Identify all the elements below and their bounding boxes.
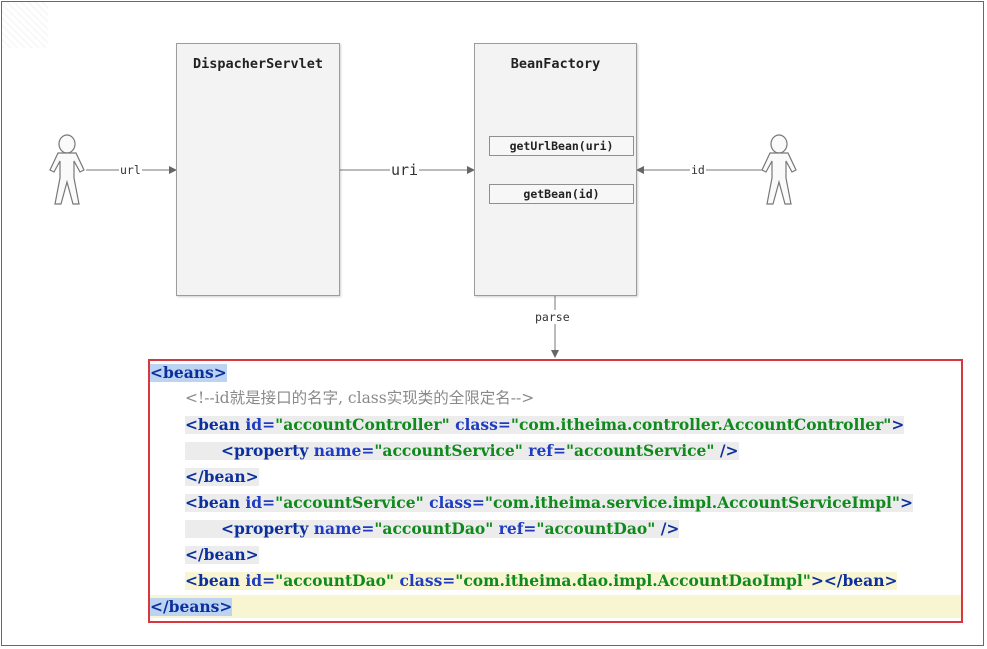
code-token: </ [185, 467, 204, 486]
code-token: property [234, 441, 309, 460]
code-token: bean [198, 415, 241, 434]
url-label: url [119, 163, 142, 177]
code-token: property [234, 519, 309, 538]
code-token: > [245, 467, 259, 486]
code-token: bean [842, 571, 885, 590]
uri-label: uri [390, 161, 420, 179]
code-line: <property name="accountDao" ref="account… [185, 517, 680, 540]
code-token: ></ [810, 571, 843, 590]
code-token: bean [203, 545, 246, 564]
code-line-bg: <beans> [150, 363, 227, 382]
code-token: "com.itheima.dao.impl.AccountDaoImpl" [455, 571, 811, 590]
code-token: id= [240, 571, 276, 590]
code-token: "com.itheima.service.impl.AccountService… [484, 493, 901, 512]
code-token: "accountDao" [536, 519, 656, 538]
code-token: < [185, 415, 198, 434]
code-token: < [221, 441, 234, 460]
code-token: ref= [493, 519, 537, 538]
code-token: < [185, 571, 198, 590]
code-token: > [219, 597, 233, 616]
code-token: "accountService" [374, 441, 523, 460]
beans-xml-code: <beans> <!--id就是接口的名字, class实现类的全限定名--> … [148, 359, 963, 623]
code-token: < [185, 493, 198, 512]
user-icon-right [761, 134, 797, 205]
code-token: bean [198, 493, 241, 512]
code-line: <property name="accountService" ref="acc… [185, 439, 739, 462]
code-token: bean [198, 571, 241, 590]
code-token: /> [714, 441, 739, 460]
code-token: bean [203, 467, 246, 486]
code-token: > [900, 493, 914, 512]
code-token: "com.itheima.controller.AccountControlle… [510, 415, 892, 434]
code-line: <bean id="accountService" class="com.ith… [185, 491, 914, 514]
code-token: "accountDao" [275, 571, 395, 590]
bean-factory-box: BeanFactory getUrlBean(uri) getBean(id) [474, 43, 637, 296]
code-line: <!--id就是接口的名字, class实现类的全限定名--> [185, 387, 534, 410]
code-token: > [884, 571, 898, 590]
code-token: class= [423, 493, 485, 512]
code-token: > [213, 363, 227, 382]
id-label: id [690, 163, 706, 177]
code-line: <bean id="accountDao" class="com.itheima… [185, 569, 898, 592]
code-token: < [150, 363, 163, 382]
code-line: </bean> [185, 543, 259, 566]
code-line: <beans> [150, 361, 227, 384]
parse-label: parse [534, 310, 571, 324]
code-token: < [221, 519, 234, 538]
code-line: </beans> [150, 595, 961, 618]
code-token: beans [163, 363, 214, 382]
user-icon-left [49, 134, 85, 205]
code-token: class= [394, 571, 456, 590]
code-token: </ [185, 545, 204, 564]
code-token: > [891, 415, 905, 434]
code-token: "accountDao" [374, 519, 494, 538]
code-token: name= [308, 519, 375, 538]
code-token: id= [240, 415, 276, 434]
dispatcher-servlet-box: DispacherServlet [176, 43, 340, 296]
code-token: </ [150, 597, 169, 616]
code-token: "accountService" [275, 493, 424, 512]
code-token: "accountController" [275, 415, 450, 434]
code-token: name= [308, 441, 375, 460]
bean-factory-title: BeanFactory [510, 56, 601, 72]
code-line: </bean> [185, 465, 259, 488]
get-bean-method: getBean(id) [489, 184, 634, 204]
code-token: ref= [522, 441, 566, 460]
code-token: <!--id就是接口的名字, class实现类的全限定名--> [185, 389, 535, 407]
code-token: id= [240, 493, 276, 512]
code-token: "accountService" [565, 441, 715, 460]
code-token: > [245, 545, 259, 564]
code-token: beans [168, 597, 220, 616]
code-token: /> [655, 519, 680, 538]
code-token: class= [449, 415, 511, 434]
get-url-bean-method: getUrlBean(uri) [489, 136, 634, 156]
code-line: <bean id="accountController" class="com.… [185, 413, 905, 436]
dispatcher-servlet-title: DispacherServlet [192, 56, 324, 72]
